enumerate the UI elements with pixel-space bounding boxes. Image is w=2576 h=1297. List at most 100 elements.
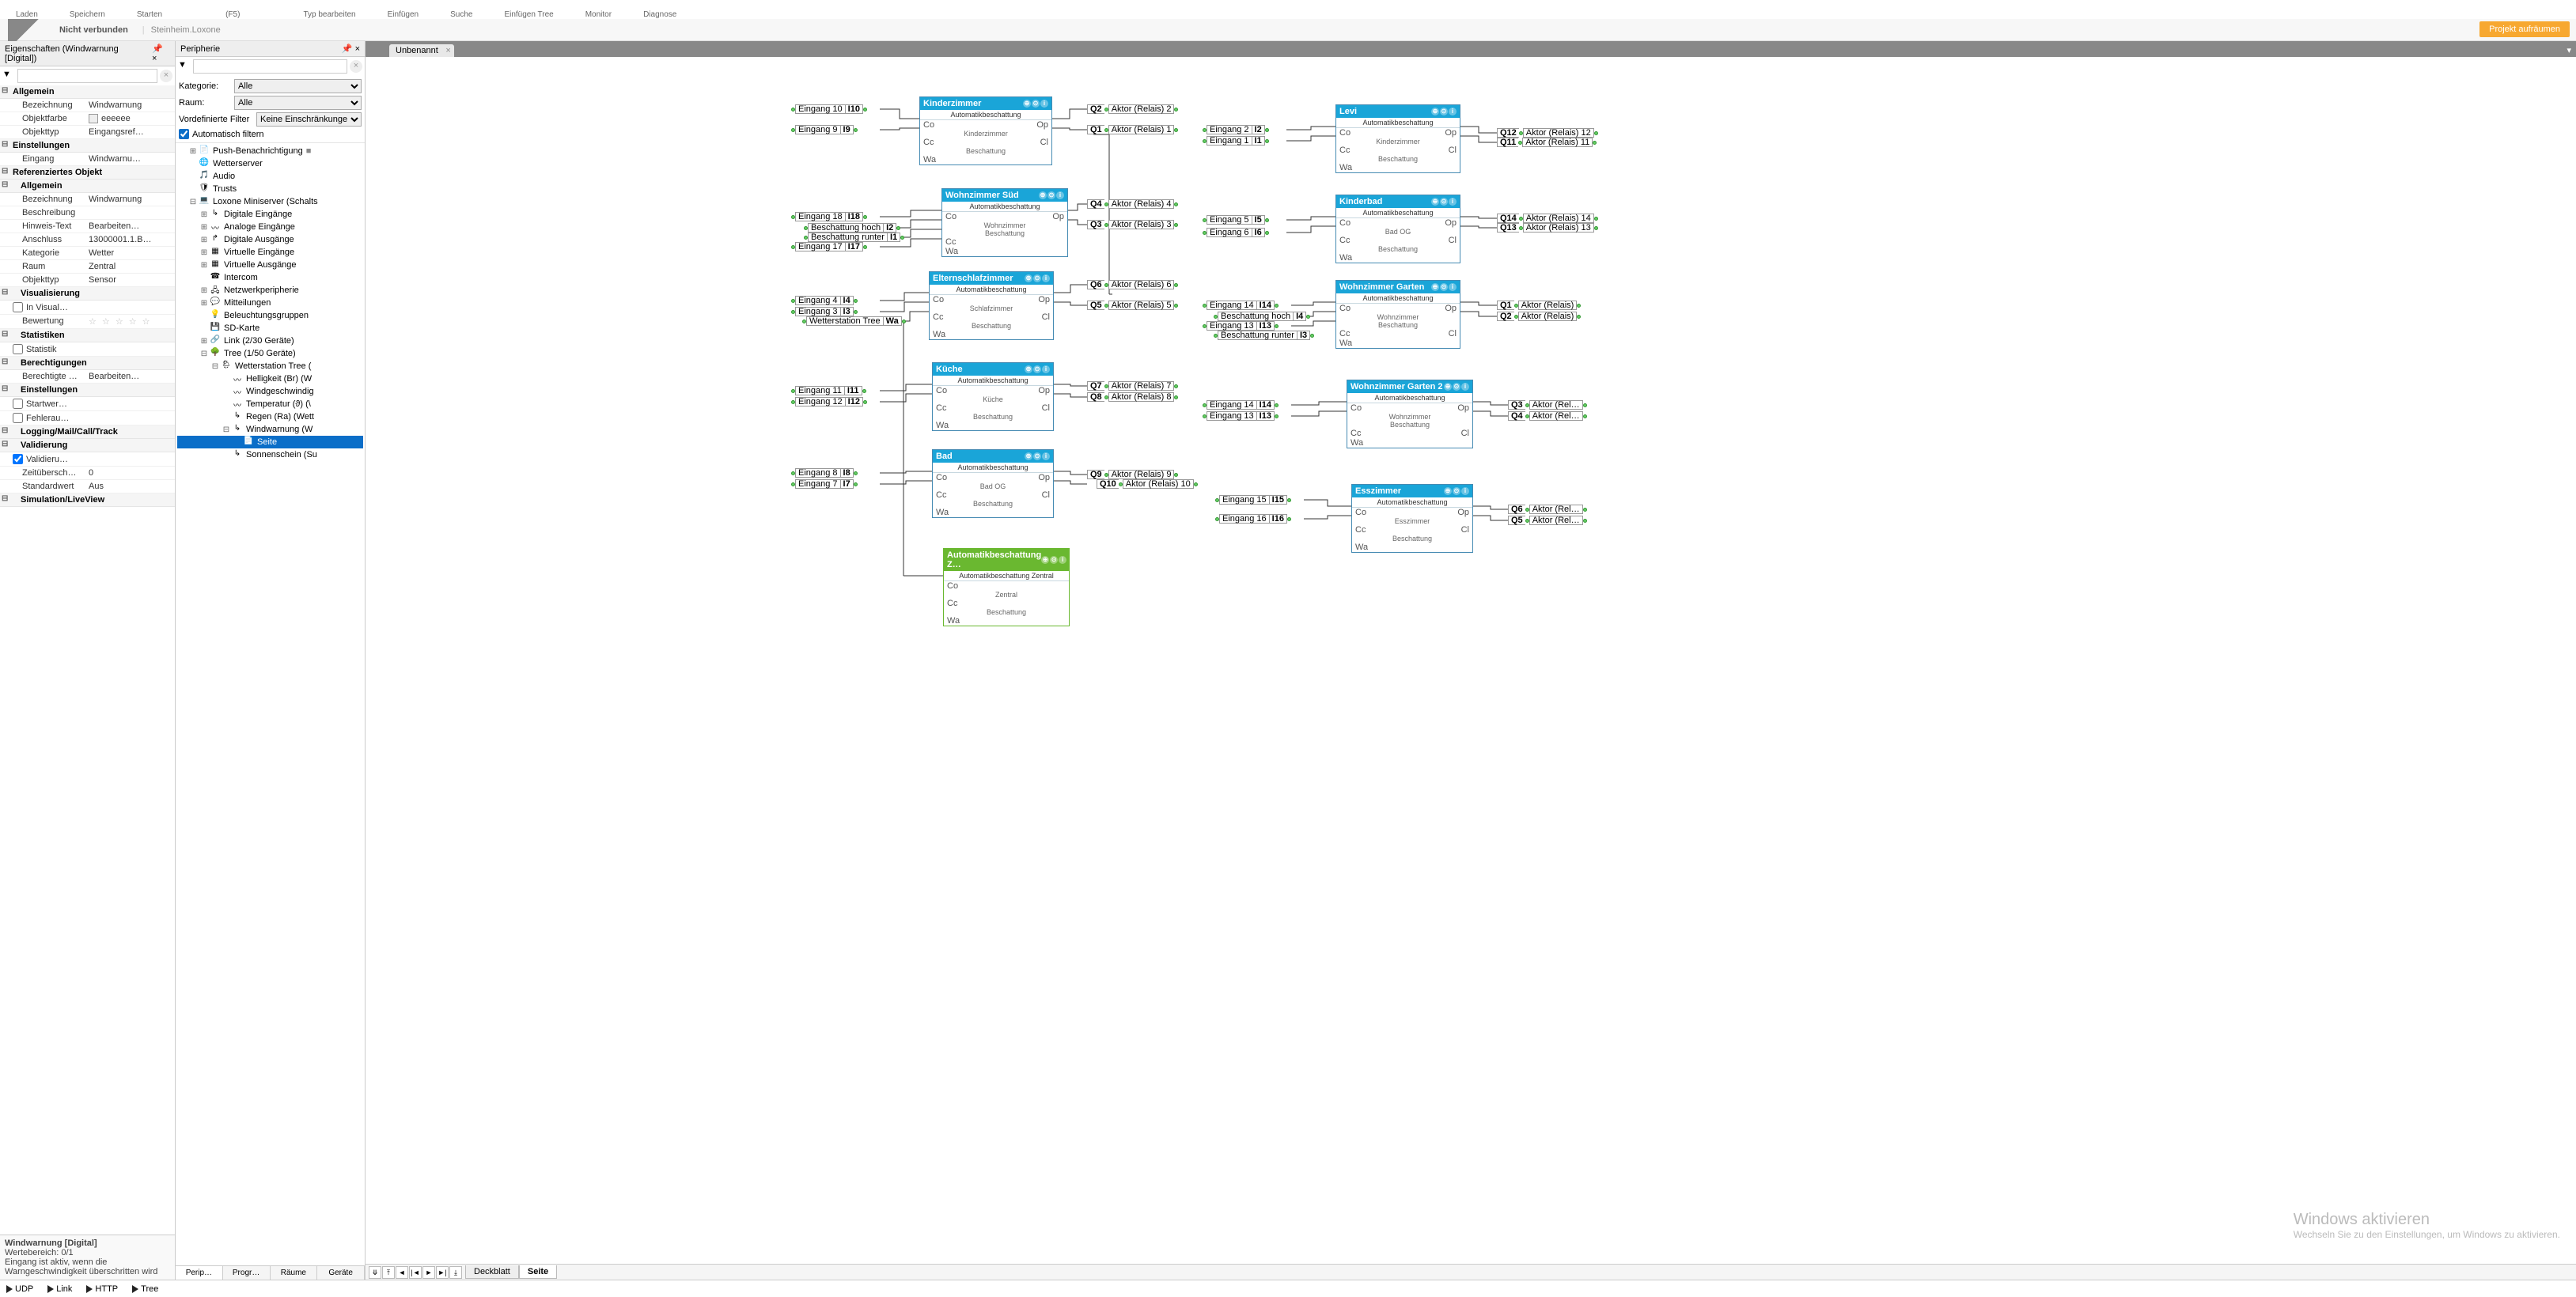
function-block[interactable]: Kinderbad⊕⊙iAutomatikbeschattungCoOpBad … <box>1335 195 1460 263</box>
output-connector[interactable]: Q13Aktor (Relais) 13 <box>1497 223 1598 233</box>
output-connector[interactable]: Q1Aktor (Relais) 1 <box>1087 125 1178 134</box>
input-connector[interactable]: Eingang 18I18 <box>791 212 867 221</box>
expand-icon[interactable]: ⊞ <box>199 236 209 244</box>
filter-icon[interactable]: ▼ <box>2 70 15 82</box>
output-connector[interactable]: Q4Aktor (Relais) 4 <box>1087 199 1178 209</box>
ribbon-item[interactable]: Suche <box>450 10 472 19</box>
auto-filter-checkbox[interactable] <box>179 129 189 139</box>
block-header-icons[interactable]: ⊕⊙i <box>1039 191 1064 199</box>
tree-node[interactable]: ⊞↱Digitale Ausgänge <box>177 233 363 246</box>
block-header-icons[interactable]: ⊕⊙i <box>1023 100 1048 108</box>
prop-category[interactable]: Allgemein <box>0 85 175 99</box>
tree-node[interactable]: ⊟↳Windwarnung (W <box>177 423 363 436</box>
kategorie-select[interactable]: Alle <box>234 79 362 93</box>
page-tab[interactable]: Deckblatt <box>465 1265 519 1279</box>
input-connector[interactable]: Eingang 8I8 <box>791 468 858 478</box>
periphery-tab[interactable]: Räume <box>271 1266 318 1280</box>
expand-icon[interactable]: ⊞ <box>199 210 209 219</box>
block-header-icons[interactable]: ⊕⊙i <box>1025 452 1050 460</box>
function-block[interactable]: Elternschlafzimmer⊕⊙iAutomatikbeschattun… <box>929 271 1054 340</box>
block-header-icons[interactable]: ⊕⊙i <box>1431 108 1457 115</box>
prop-row[interactable]: Zeitübersch…0 <box>0 467 175 480</box>
nav-first-icon[interactable]: ⤋ <box>369 1266 381 1279</box>
input-connector[interactable]: Eingang 7I7 <box>791 479 858 489</box>
tree-node[interactable]: 💾SD-Karte <box>177 322 363 335</box>
input-connector[interactable]: Beschattung hochI4 <box>1214 312 1310 321</box>
prop-row[interactable]: KategorieWetter <box>0 247 175 260</box>
output-connector[interactable]: Q5Aktor (Relais) 5 <box>1087 301 1178 310</box>
prop-checkbox[interactable] <box>13 302 23 312</box>
tree-node[interactable]: 🌐Wetterserver <box>177 157 363 170</box>
ribbon-item[interactable]: Speichern <box>70 10 105 19</box>
ribbon-item[interactable]: Einfügen Tree <box>504 10 553 19</box>
output-connector[interactable]: Q9Aktor (Relais) 9 <box>1087 470 1178 479</box>
nav-prev-icon[interactable]: ◄ <box>396 1266 408 1279</box>
nav-next-icon[interactable]: ► <box>422 1266 435 1279</box>
pin-icon[interactable]: 📌 × <box>342 43 360 54</box>
page-tab[interactable]: Seite <box>519 1265 557 1279</box>
block-header-icons[interactable]: ⊕⊙i <box>1444 383 1469 391</box>
tree-node[interactable]: ⊞▦Virtuelle Ausgänge <box>177 259 363 271</box>
prop-row[interactable]: In Visual… <box>0 301 175 315</box>
output-connector[interactable]: Q1Aktor (Relais) <box>1497 301 1581 310</box>
block-header-icons[interactable]: ⊕⊙i <box>1431 283 1457 291</box>
expand-icon[interactable]: ⊟ <box>199 350 209 358</box>
input-connector[interactable]: Beschattung runterI1 <box>804 233 904 242</box>
tree-node[interactable]: ⊞💬Mitteilungen <box>177 297 363 309</box>
prop-category[interactable]: Referenziertes Objekt <box>0 166 175 180</box>
prop-row[interactable]: Startwer… <box>0 397 175 411</box>
input-connector[interactable]: Eingang 12I12 <box>791 397 867 406</box>
prop-checkbox[interactable] <box>13 454 23 464</box>
prop-row[interactable]: BezeichnungWindwarnung <box>0 99 175 112</box>
tree-node[interactable]: ↳Sonnenschein (Su <box>177 448 363 461</box>
prop-category[interactable]: Logging/Mail/Call/Track <box>0 425 175 439</box>
project-cleanup-button[interactable]: Projekt aufräumen <box>2479 21 2570 37</box>
prop-checkbox[interactable] <box>13 344 23 354</box>
tree-node[interactable]: 〰Temperatur (ϑ) (\ <box>177 398 363 410</box>
clear-filter-icon[interactable]: × <box>350 60 362 73</box>
footer-item[interactable]: Tree <box>132 1284 158 1294</box>
tree-node[interactable]: 🛡Trusts <box>177 183 363 195</box>
tree-node[interactable]: 🎵Audio <box>177 170 363 183</box>
page-tabs[interactable]: DeckblattSeite <box>465 1265 557 1279</box>
block-header-icons[interactable]: ⊕⊙i <box>1025 274 1050 282</box>
output-connector[interactable]: Q2Aktor (Relais) 2 <box>1087 104 1178 114</box>
output-connector[interactable]: Q2Aktor (Relais) <box>1497 312 1581 321</box>
diagram-canvas[interactable]: Windows aktivieren Wechseln Sie zu den E… <box>366 57 2576 1264</box>
raum-select[interactable]: Alle <box>234 96 362 110</box>
clear-filter-icon[interactable]: × <box>160 70 172 82</box>
input-connector[interactable]: Eingang 13I13 <box>1203 411 1279 421</box>
document-tabs[interactable]: Unbenannt× ▾ <box>366 41 2576 57</box>
prop-row[interactable]: Objektfarbeeeeeee <box>0 112 175 126</box>
prop-row[interactable]: Anschluss13000001.1.B… <box>0 233 175 247</box>
output-connector[interactable]: Q4Aktor (Rel… <box>1508 411 1587 421</box>
function-block[interactable]: Esszimmer⊕⊙iAutomatikbeschattungCoOpEssz… <box>1351 484 1473 553</box>
prop-category[interactable]: Validierung <box>0 439 175 452</box>
nav-end-icon[interactable]: ►| <box>436 1266 449 1279</box>
ribbon-item[interactable]: (F5) <box>225 10 240 19</box>
prop-row[interactable]: Beschreibung <box>0 206 175 220</box>
nav-last-icon[interactable]: ⤓ <box>449 1266 462 1279</box>
output-connector[interactable]: Q11Aktor (Relais) 11 <box>1497 138 1597 147</box>
tab-dropdown-icon[interactable]: ▾ <box>2562 43 2576 57</box>
function-block[interactable]: Automatikbeschattung Z…⊕⊙iAutomatikbesch… <box>943 548 1070 626</box>
expand-icon[interactable]: ⊞ <box>199 286 209 295</box>
tree-node[interactable]: ⊟💻Loxone Miniserver (Schalts <box>177 195 363 208</box>
input-connector[interactable]: Eingang 3I3 <box>791 307 858 316</box>
prop-row[interactable]: ObjekttypEingangsref… <box>0 126 175 139</box>
prop-row[interactable]: StandardwertAus <box>0 480 175 493</box>
periphery-filter-input[interactable] <box>193 59 347 74</box>
function-block[interactable]: Kinderzimmer⊕⊙iAutomatikbeschattungCoOpK… <box>919 96 1052 165</box>
tree-node[interactable]: ⊞📄Push-Benachrichtigung■ <box>177 145 363 157</box>
prop-category[interactable]: Simulation/LiveView <box>0 493 175 507</box>
prop-row[interactable]: Berechtigte …Bearbeiten… <box>0 370 175 384</box>
input-connector[interactable]: Eingang 15I15 <box>1215 495 1291 505</box>
tree-node[interactable]: ⊞🔗Link (2/30 Geräte) <box>177 335 363 347</box>
periphery-tree[interactable]: ⊞📄Push-Benachrichtigung■🌐Wetterserver🎵Au… <box>176 143 365 1265</box>
expand-icon[interactable]: ⊞ <box>199 261 209 270</box>
block-header-icons[interactable]: ⊕⊙i <box>1431 198 1457 206</box>
tree-node[interactable]: ⊞↳Digitale Eingänge <box>177 208 363 221</box>
output-connector[interactable]: Q6Aktor (Relais) 6 <box>1087 280 1178 289</box>
pin-icon[interactable]: 📌 × <box>152 43 170 63</box>
function-block[interactable]: Wohnzimmer Garten⊕⊙iAutomatikbeschattung… <box>1335 280 1460 349</box>
